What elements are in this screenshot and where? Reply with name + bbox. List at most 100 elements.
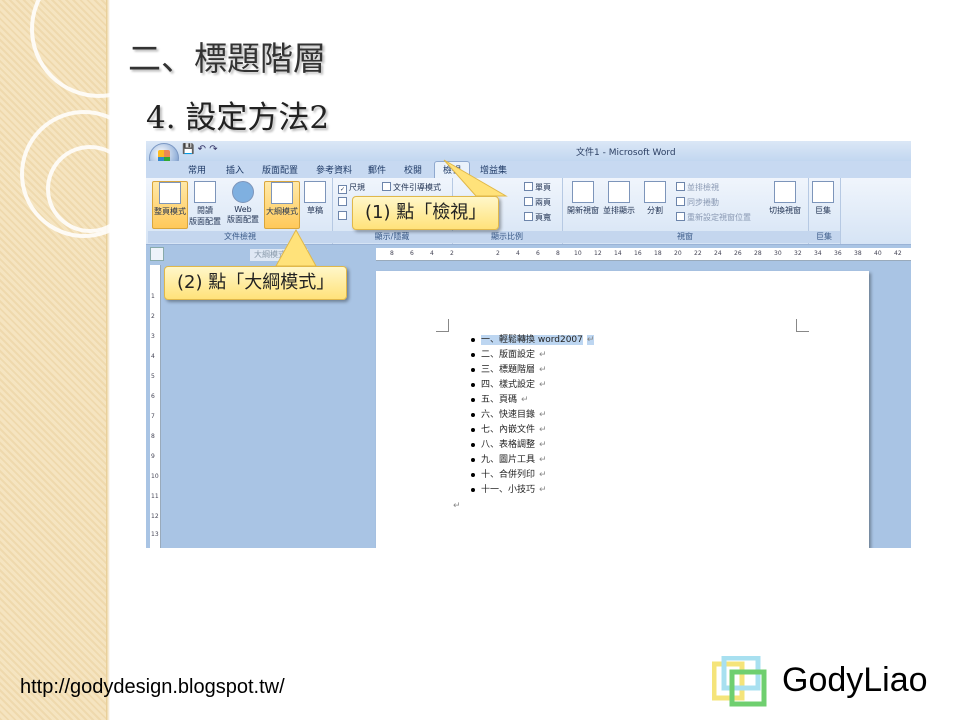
callout-step2-pointer <box>275 228 317 267</box>
switch-window-icon <box>774 181 796 203</box>
group-window: 開新視窗 並排顯示 分割 並排檢視 同步捲動 重新設定視窗位置 切換視窗 視窗 <box>562 178 809 244</box>
list-item[interactable]: 七、內嵌文件 ↵ <box>471 425 594 440</box>
ruler-tick: 28 <box>754 250 762 257</box>
list-item[interactable]: 九、圖片工具 ↵ <box>471 455 594 470</box>
ruler-tick: 12 <box>594 250 602 257</box>
decorative-band <box>0 0 106 720</box>
vruler-tick: 12 <box>151 513 159 520</box>
vruler-tick: 9 <box>151 453 155 460</box>
brand-name: GodyLiao <box>782 661 928 699</box>
list-item-text: 六、快速目錄 <box>481 410 536 420</box>
ruler-tick: 36 <box>834 250 842 257</box>
list-item-text: 五、頁碼 <box>481 395 518 405</box>
list-item-text: 一、輕鬆轉換 word2007 <box>481 335 583 345</box>
tab-mailings[interactable]: 郵件 <box>368 163 386 176</box>
macros-button[interactable]: 巨集 <box>808 181 838 227</box>
margin-corner <box>796 319 809 332</box>
one-page-button[interactable]: 單頁 <box>524 182 551 193</box>
split-icon <box>644 181 666 203</box>
switch-window-button[interactable]: 切換視窗 <box>766 181 804 227</box>
split-button[interactable]: 分割 <box>638 181 672 227</box>
sync-scroll-button[interactable]: 同步捲動 <box>676 197 719 208</box>
ribbon: 整頁模式 閱讀 版面配置 Web 版面配置 大綱模式 草稿 文件檢視 ✓ 尺規 文… <box>146 178 911 245</box>
ruler-tick: 4 <box>430 250 434 257</box>
side-by-side-button[interactable]: 並排檢視 <box>676 182 719 193</box>
web-layout-button[interactable]: Web 版面配置 <box>226 181 260 227</box>
list-item-text: 九、圖片工具 <box>481 455 536 465</box>
book-icon <box>194 181 216 203</box>
new-window-button[interactable]: 開新視窗 <box>566 181 600 227</box>
list-item[interactable]: 十一、小技巧 ↵ <box>471 485 594 500</box>
quick-access-toolbar[interactable]: 💾 ↶ ↷ <box>182 144 218 155</box>
undo-icon[interactable]: ↶ <box>198 144 206 155</box>
tab-home[interactable]: 常用 <box>188 163 206 176</box>
ruler-tick: 14 <box>614 250 622 257</box>
two-pages-button[interactable]: 兩頁 <box>524 197 551 208</box>
doc-map-checkbox[interactable]: 文件引導模式 <box>382 182 441 193</box>
ruler-toggle-icon[interactable] <box>150 247 164 261</box>
side-by-side-label: 並排檢視 <box>687 183 719 192</box>
arrange-all-button[interactable]: 並排顯示 <box>602 181 636 227</box>
outline-icon <box>271 182 293 204</box>
ruler-tick: 40 <box>874 250 882 257</box>
gridline-checkbox[interactable] <box>338 197 349 207</box>
reading-layout-button[interactable]: 閱讀 版面配置 <box>188 181 222 227</box>
list-item-text: 十、合併列印 <box>481 470 536 480</box>
list-item[interactable]: 三、標題階層 ↵ <box>471 365 594 380</box>
page-width-button[interactable]: 頁寬 <box>524 212 551 223</box>
footer-url: http://godydesign.blogspot.tw/ <box>20 676 285 698</box>
tab-review[interactable]: 校閱 <box>404 163 422 176</box>
group-label-macros: 巨集 <box>808 231 840 243</box>
reset-window-label: 重新設定視窗位置 <box>687 213 751 222</box>
draft-button[interactable]: 草稿 <box>298 181 332 227</box>
document-page[interactable]: 一、輕鬆轉換 word2007 ↵ 二、版面設定 ↵ 三、標題階層 ↵ 四、樣式設定 ↵… <box>376 271 869 548</box>
tab-references[interactable]: 參考資料 <box>316 163 352 176</box>
ruler-tick: 4 <box>516 250 520 257</box>
new-window-icon <box>572 181 594 203</box>
vruler-tick: 1 <box>151 293 155 300</box>
ruler-tick: 8 <box>556 250 560 257</box>
list-item[interactable]: 一、輕鬆轉換 word2007 ↵ <box>471 335 595 350</box>
horizontal-ruler[interactable]: 8 6 4 2 2 4 6 8 10 12 14 16 18 20 22 24 … <box>376 248 911 261</box>
list-item[interactable]: 六、快速目錄 ↵ <box>471 410 594 425</box>
reading-layout-label: 閱讀 版面配置 <box>189 206 221 226</box>
list-item-text: 四、樣式設定 <box>481 380 536 390</box>
save-icon[interactable]: 💾 <box>182 144 194 155</box>
list-item[interactable]: 十、合併列印 ↵ <box>471 470 594 485</box>
list-item[interactable]: 四、樣式設定 ↵ <box>471 380 594 395</box>
vertical-ruler[interactable]: 1 2 3 4 5 6 7 8 9 10 11 12 13 <box>150 265 161 548</box>
list-item[interactable]: 五、頁碼 ↵ <box>471 395 594 410</box>
list-item-text: 十一、小技巧 <box>481 485 536 495</box>
two-pages-label: 兩頁 <box>535 198 551 207</box>
tab-insert[interactable]: 插入 <box>226 163 244 176</box>
tab-page-layout[interactable]: 版面配置 <box>262 163 298 176</box>
macros-label: 巨集 <box>815 206 831 215</box>
print-layout-button[interactable]: 整頁模式 <box>152 181 188 229</box>
reset-window-icon <box>676 212 685 221</box>
checkbox-icon <box>338 211 347 220</box>
ruler-tick: 10 <box>574 250 582 257</box>
title-bar: 💾 ↶ ↷ 文件1 - Microsoft Word <box>146 141 911 161</box>
redo-icon[interactable]: ↷ <box>209 144 217 155</box>
ruler-tick: 20 <box>674 250 682 257</box>
sync-scroll-icon <box>676 197 685 206</box>
ruler-tick: 2 <box>450 250 454 257</box>
ruler-label: 尺規 <box>349 183 365 192</box>
band-edge <box>106 0 110 720</box>
one-page-icon <box>524 182 533 191</box>
two-pages-icon <box>524 197 533 206</box>
message-bar-checkbox[interactable] <box>338 211 349 221</box>
list-item[interactable]: 二、版面設定 ↵ <box>471 350 594 365</box>
outline-view-button[interactable]: 大綱模式 <box>264 181 300 229</box>
ruler-tick: 16 <box>634 250 642 257</box>
side-by-side-icon <box>676 182 685 191</box>
reset-window-button[interactable]: 重新設定視窗位置 <box>676 212 751 223</box>
group-label-window: 視窗 <box>562 231 808 243</box>
ruler-checkbox[interactable]: ✓ 尺規 <box>338 182 365 194</box>
vruler-tick: 10 <box>151 473 159 480</box>
vruler-tick: 5 <box>151 373 155 380</box>
outline-list: 一、輕鬆轉換 word2007 ↵ 二、版面設定 ↵ 三、標題階層 ↵ 四、樣式設定 ↵… <box>471 335 595 500</box>
list-item[interactable]: 八、表格調整 ↵ <box>471 440 594 455</box>
group-macros: 巨集 巨集 <box>808 178 841 244</box>
ruler-tick: 30 <box>774 250 782 257</box>
